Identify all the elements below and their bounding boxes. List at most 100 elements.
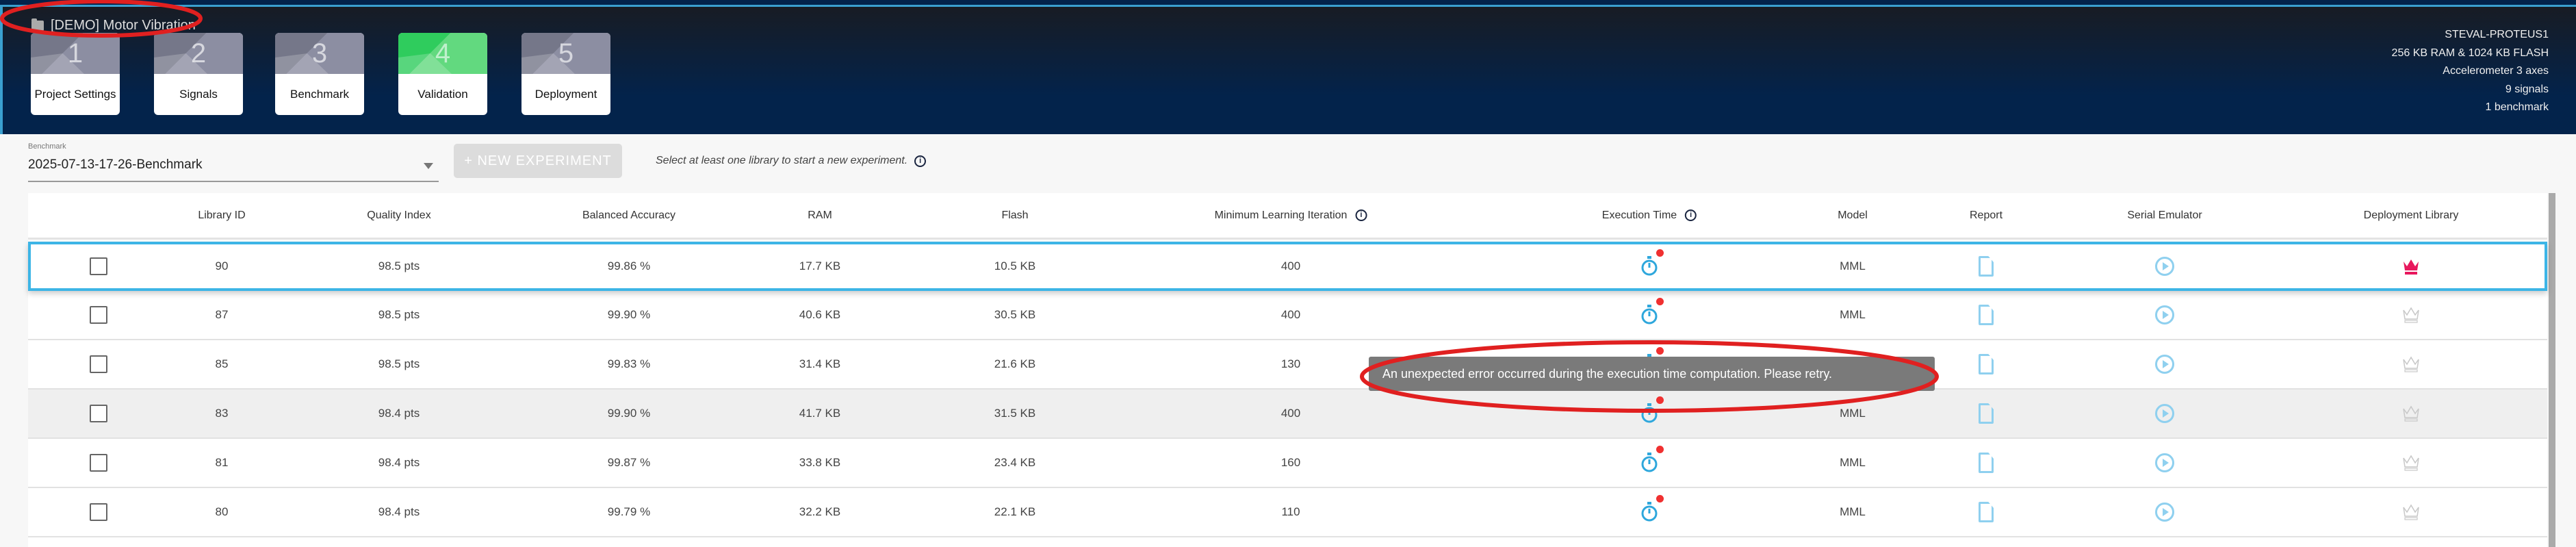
table-cell: 400 <box>1281 244 1300 288</box>
step-label: Signals <box>179 88 218 101</box>
column-header-label: RAM <box>808 209 832 221</box>
column-header[interactable]: Library ID <box>198 193 245 238</box>
step-project-settings[interactable]: 1 Project Settings <box>31 33 120 115</box>
step-number: 5 <box>521 33 610 74</box>
step-benchmark[interactable]: 3 Benchmark <box>275 33 364 115</box>
column-header[interactable]: Deployment Library <box>2364 193 2459 238</box>
chevron-down-icon <box>424 163 433 169</box>
table-cell: 90 <box>216 244 229 288</box>
step-deployment[interactable]: 5 Deployment <box>521 33 610 115</box>
table-cell: 33.8 KB <box>799 439 841 487</box>
serial-emulator-play-icon[interactable] <box>2155 453 2174 472</box>
crown-icon[interactable] <box>2402 257 2420 275</box>
report-document-icon[interactable] <box>1979 502 1994 522</box>
benchmark-label: Benchmark <box>28 142 66 151</box>
project-title[interactable]: [DEMO] Motor Vibration <box>31 18 196 34</box>
stopwatch-icon[interactable] <box>1640 298 1664 325</box>
info-icon[interactable]: i <box>914 155 927 167</box>
report-document-icon[interactable] <box>1979 453 1994 473</box>
column-header[interactable]: Flash <box>1001 193 1028 238</box>
balanced-accuracy: 99.90 % <box>607 308 651 321</box>
column-header-label: Library ID <box>198 209 246 221</box>
step-signals[interactable]: 2 Signals <box>154 33 243 115</box>
library-id: 83 <box>215 407 229 420</box>
quality-index: 98.5 pts <box>378 259 420 272</box>
table-cell: 99.87 % <box>608 439 650 487</box>
balanced-accuracy: 99.83 % <box>607 357 651 370</box>
crown-icon[interactable] <box>2402 454 2420 472</box>
table-cell <box>2402 244 2420 288</box>
row-checkbox[interactable] <box>90 306 107 324</box>
stopwatch-icon[interactable] <box>1640 396 1664 424</box>
scrollbar[interactable] <box>2549 193 2555 547</box>
column-header[interactable]: RAM <box>808 193 832 238</box>
table-cell: 400 <box>1281 390 1300 437</box>
table-cell <box>2155 390 2174 437</box>
model: MML <box>1840 407 1866 420</box>
crown-icon[interactable] <box>2402 355 2420 373</box>
row-checkbox[interactable] <box>90 257 107 275</box>
stopwatch-icon[interactable] <box>1640 446 1664 473</box>
info-icon[interactable]: i <box>1355 209 1367 221</box>
device-name: STEVAL-PROTEUS1 <box>2445 29 2549 40</box>
report-document-icon[interactable] <box>1979 256 1994 277</box>
crown-icon[interactable] <box>2402 306 2420 324</box>
crown-icon[interactable] <box>2402 405 2420 422</box>
table-cell: 160 <box>1281 439 1300 487</box>
table-header: Library ID Quality Index Balanced Accuracy… <box>28 193 2547 240</box>
column-header[interactable]: Report <box>1970 193 2002 238</box>
step-validation[interactable]: 4 Validation <box>398 33 487 115</box>
benchmark-value: 2025-07-13-17-26-Benchmark <box>28 157 203 172</box>
serial-emulator-play-icon[interactable] <box>2155 305 2174 325</box>
step-number: 3 <box>275 33 364 74</box>
stopwatch-icon[interactable] <box>1640 249 1664 277</box>
report-document-icon[interactable] <box>1979 403 1994 424</box>
table-cell <box>90 340 107 388</box>
balanced-accuracy: 99.90 % <box>607 407 651 420</box>
column-header[interactable]: Execution Time i <box>1602 193 1697 238</box>
column-header[interactable]: Balanced Accuracy <box>582 193 675 238</box>
min-learning-iteration: 400 <box>1280 308 1301 321</box>
table-row[interactable]: 83 98.4 pts 99.90 % 41.7 KB 31.5 KB 400 MML <box>28 390 2547 439</box>
column-header[interactable]: Model <box>1838 193 1868 238</box>
step-label: Project Settings <box>34 88 116 101</box>
min-learning-iteration: 160 <box>1280 456 1301 469</box>
row-checkbox[interactable] <box>90 405 107 422</box>
info-icon[interactable]: i <box>1685 209 1697 221</box>
table-cell <box>1640 488 1664 536</box>
benchmark-select[interactable]: Benchmark 2025-07-13-17-26-Benchmark <box>28 142 439 182</box>
report-document-icon[interactable] <box>1979 305 1994 325</box>
serial-emulator-play-icon[interactable] <box>2155 355 2174 374</box>
library-id: 85 <box>215 357 229 370</box>
table-cell <box>2402 390 2420 437</box>
error-dot-icon <box>1656 396 1664 404</box>
column-header[interactable]: Quality Index <box>367 193 430 238</box>
table-cell <box>2155 340 2174 388</box>
crown-icon[interactable] <box>2402 503 2420 521</box>
serial-emulator-play-icon[interactable] <box>2155 404 2174 423</box>
table-row[interactable]: 80 98.4 pts 99.79 % 32.2 KB 22.1 KB 110 MML <box>28 488 2547 537</box>
table-cell: 17.7 KB <box>799 244 841 288</box>
table-row[interactable]: 90 98.5 pts 99.86 % 17.7 KB 10.5 KB 400 MML <box>28 242 2547 291</box>
row-checkbox[interactable] <box>90 355 107 373</box>
row-checkbox[interactable] <box>90 503 107 521</box>
library-id: 80 <box>215 505 229 518</box>
table-row[interactable]: 8598.5 pts99.83 %31.4 KB21.6 KB130MML <box>28 340 2547 390</box>
device-benchmarks: 1 benchmark <box>2485 101 2549 113</box>
row-checkbox[interactable] <box>90 454 107 472</box>
report-document-icon[interactable] <box>1979 354 1994 374</box>
min-learning-iteration: 110 <box>1281 505 1300 518</box>
table-cell: MML <box>1840 244 1866 288</box>
table-row[interactable]: 81 98.4 pts 99.87 % 33.8 KB 23.4 KB 160 MML <box>28 439 2547 488</box>
table-cell: 99.83 % <box>608 340 650 388</box>
table-row[interactable]: 87 98.5 pts 99.90 % 40.6 KB 30.5 KB 400 MML <box>28 291 2547 340</box>
step-label: Validation <box>417 88 468 101</box>
stopwatch-icon[interactable] <box>1640 495 1664 522</box>
column-header[interactable]: Minimum Learning Iteration i <box>1215 193 1367 238</box>
model: MML <box>1840 308 1866 321</box>
step-number: 4 <box>398 33 487 74</box>
serial-emulator-play-icon[interactable] <box>2155 257 2174 276</box>
new-experiment-button[interactable]: + NEW EXPERIMENT <box>454 144 622 178</box>
serial-emulator-play-icon[interactable] <box>2155 503 2174 522</box>
column-header[interactable]: Serial Emulator <box>2127 193 2202 238</box>
